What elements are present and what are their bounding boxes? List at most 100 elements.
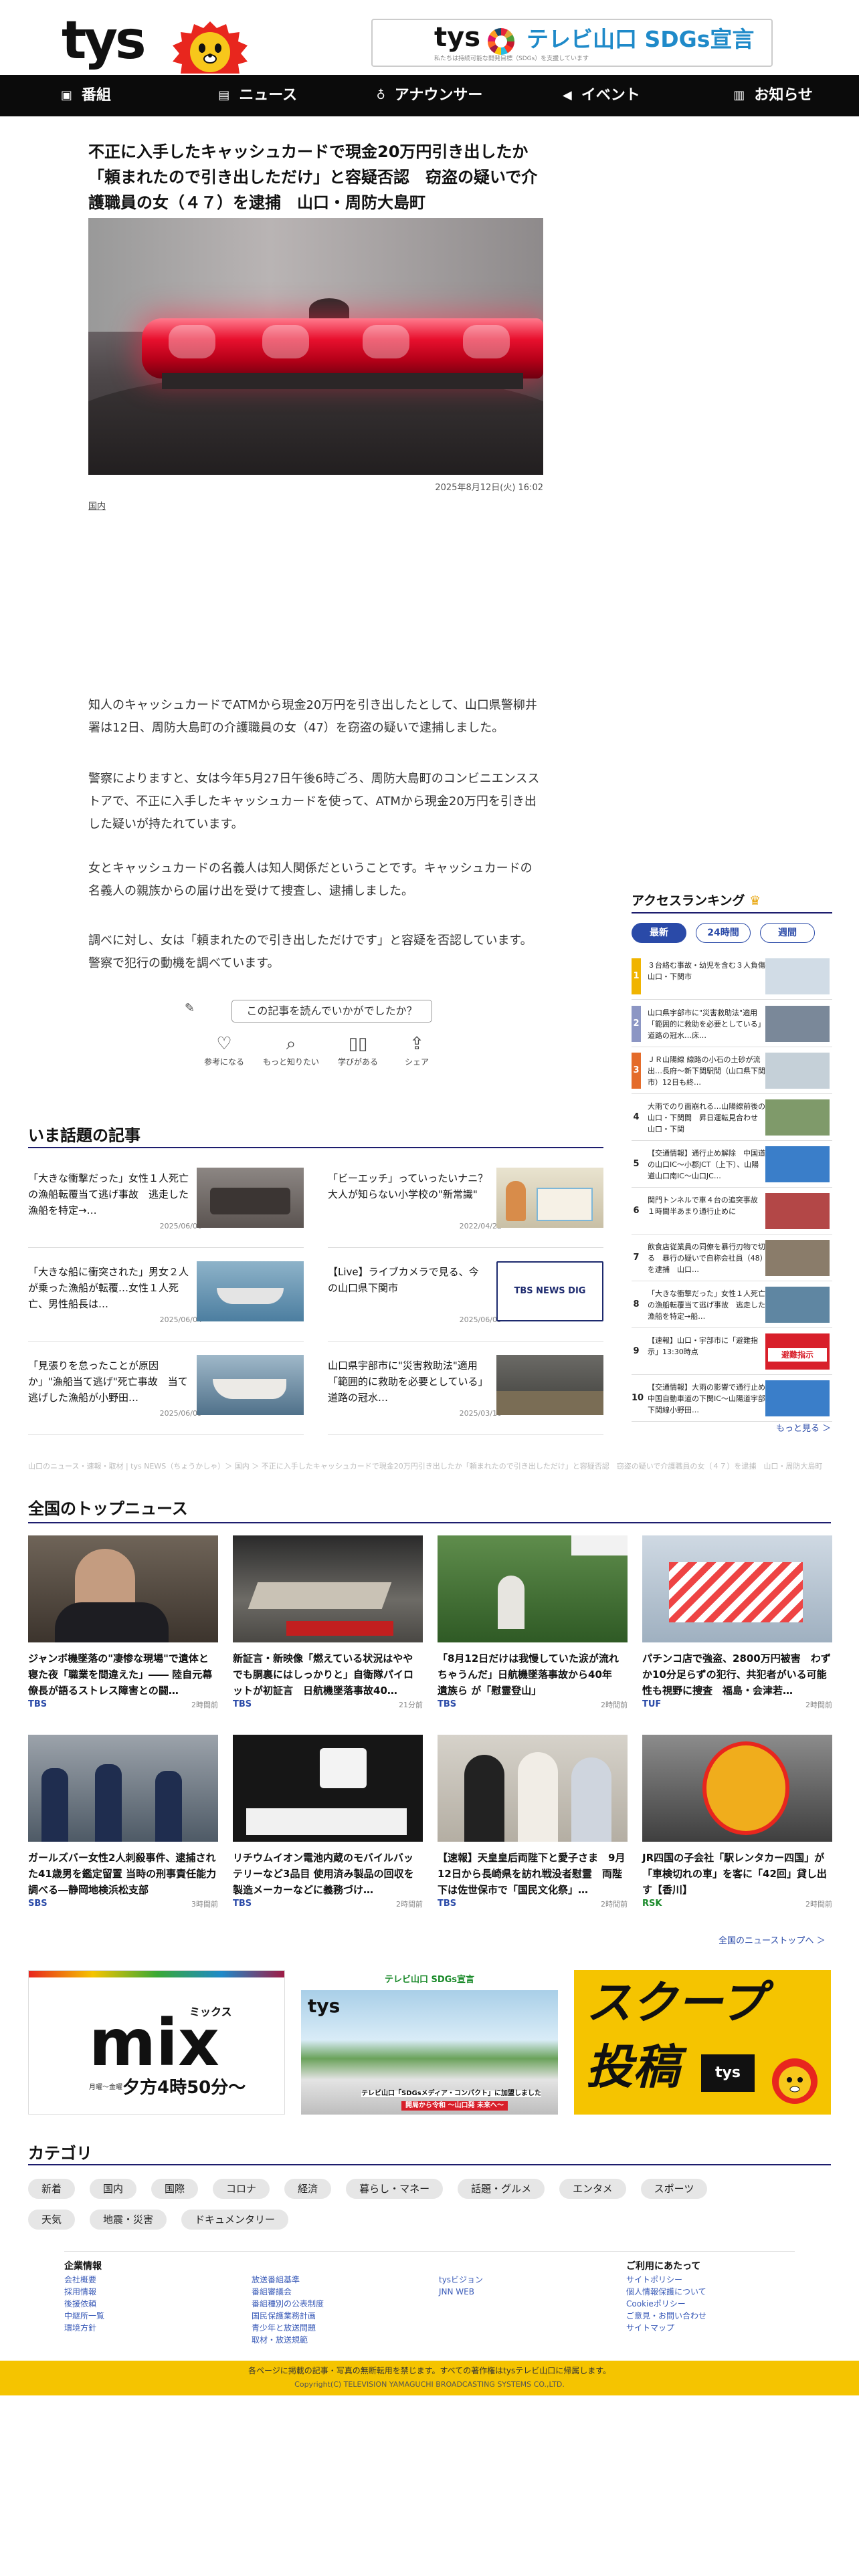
ranking-number: 3 [632,1053,641,1089]
category-chip[interactable]: 地震・災害 [90,2210,167,2230]
nav-label: 番組 [81,87,111,104]
tv-icon: ▣ [60,88,72,102]
category-chip[interactable]: エンタメ [559,2179,626,2199]
hot-section-title: いま話題の記事 [28,1126,140,1145]
ranking-item[interactable]: 6 関門トンネルで車４台の追突事故 １時間半あまり通行止めに [632,1188,832,1235]
national-more-link[interactable]: 全国のニューストップへ ＞ [719,1937,825,1945]
sdgs-promo-banner[interactable]: テレビ山口 SDGs宣言 tys テレビ山口「SDGsメディア・コンパクト」に加… [301,1970,558,2115]
category-chip[interactable]: 経済 [284,2179,332,2199]
footer-link[interactable]: サイトポリシー [626,2274,706,2286]
category-chip[interactable]: 国際 [151,2179,199,2199]
nav-item-events[interactable]: ◀ イベント [515,75,687,116]
ranking-item[interactable]: 1 ３台絡む事故・幼児を含む３人負傷 山口・下関市 [632,953,832,1000]
source-label: TBS [233,1899,252,1909]
footer-link[interactable]: 中継所一覧 [64,2310,104,2322]
footer-link[interactable]: 環境方針 [64,2322,104,2334]
category-chip[interactable]: コロナ [213,2179,270,2199]
ranking-item[interactable]: 7 飲食店従業員の同僚を暴行刃物で切る 暴行の疑いで自称会社員（48）を逮捕 山口… [632,1235,832,1281]
site-logo[interactable]: tys [62,15,147,67]
divider [28,1147,603,1148]
sdgs-title: テレビ山口 SDGs宣言 [527,26,755,52]
category-chip[interactable]: 新着 [28,2179,76,2199]
divider [64,2251,795,2252]
ranking-item[interactable]: 5 【交通情報】通行止め解除 中国道の山口IC～小郡JCT（上下）、山陽道山口南I… [632,1141,832,1188]
breadcrumb[interactable]: 山口のニュース・速報・取材 | tys NEWS（ちょうかしゃ）＞ 国内 ＞ 不… [28,1461,831,1472]
hot-article[interactable]: 「大きな衝撃だった」女性１人死亡の漁船転覆当て逃げ事故 逃走した漁船を特定→… … [28,1161,304,1248]
hot-article[interactable]: 「大きな船に衝突された」男女２人が乗った漁船が転覆…女性１人死亡、男性船長は… … [28,1255,304,1341]
hot-article[interactable]: 山口県宇部市に"災害救助法"適用「範囲的に救助を必要としている」道路の冠水… 2… [328,1348,603,1435]
footer-link[interactable]: 番組種別の公表制度 [252,2298,324,2310]
microphone-icon: ♁ [376,88,385,102]
ranking-number: 8 [632,1287,641,1323]
ranking-item[interactable]: 10 【交通情報】大雨の影響で通行止め 中国自動車道の下関IC～山陽道宇部下関線小… [632,1375,832,1422]
nav-item-programs[interactable]: ▣ 番組 [0,75,172,116]
ranking-item[interactable]: 3 ＪＲ山陽線 線路の小石の土砂が流出…長府～新下関駅間（山口県下関市）12日も終… [632,1047,832,1094]
footer-link[interactable]: 番組審議会 [252,2286,324,2298]
footer-link[interactable]: 国民保護業務計画 [252,2310,324,2322]
nav-item-notices[interactable]: ▥ お知らせ [687,75,859,116]
ranking-number: 10 [632,1380,644,1416]
footer-link[interactable]: 個人情報保護について [626,2286,706,2298]
reaction-more-button[interactable]: ⌕ もっと知りたい [261,1035,321,1066]
magnifier-icon: ⌕ [286,1034,296,1054]
ranking-title-text: 山口県宇部市に"災害救助法"適用「範囲的に救助を必要としている」道路の冠水…床… [648,1008,765,1040]
reaction-learn-button[interactable]: ▯▯ 学びがある [328,1035,388,1066]
ranking-item[interactable]: 4 大雨でのり面崩れる…山陽線前後の山口・下関間 昇日運転見合わせ 山口・下関 [632,1094,832,1141]
footer-col1: 会社概要 採用情報 後援依頼 中継所一覧 環境方針 [64,2274,104,2334]
footer-link[interactable]: tysビジョン [439,2274,483,2286]
category-chip[interactable]: 話題・グルメ [458,2179,545,2199]
ranking-title-text: 【交通情報】通行止め解除 中国道の山口IC～小郡JCT（上下）、山陽道山口南IC… [648,1149,765,1180]
ranking-number: 7 [632,1240,641,1276]
news-card-image [642,1735,832,1842]
hot-article[interactable]: 「ビーエッチ」っていったいナニ？大人が知らない小学校の"新常識" 2022/04… [328,1161,603,1248]
category-chips-row2: 天気 地震・災害 ドキュメンタリー [28,2210,289,2230]
sdgs-banner[interactable]: tys テレビ山口 SDGs宣言 私たちは持続可能な開発目標（SDGs）を支援し… [371,19,773,67]
source-label: SBS [28,1899,47,1909]
tab-24h[interactable]: 24時間 [696,923,751,943]
footer-link[interactable]: 後援依頼 [64,2298,104,2310]
category-title: カテゴリ [28,2144,92,2163]
sdgs-logo: tys [434,22,481,53]
ranking-item[interactable]: 2 山口県宇部市に"災害救助法"適用「範囲的に救助を必要としている」道路の冠水…床… [632,1000,832,1047]
category-chip[interactable]: 国内 [90,2179,137,2199]
category-chip[interactable]: 暮らし・マネー [346,2179,444,2199]
tab-weekly[interactable]: 週間 [760,923,815,943]
footer-link[interactable]: サイトマップ [626,2322,706,2334]
source-label: TUF [642,1699,662,1709]
footer-link[interactable]: Cookieポリシー [626,2298,706,2310]
footer-link[interactable]: ご意見・お問い合わせ [626,2310,706,2322]
footer-link[interactable]: 採用情報 [64,2286,104,2298]
ranking-number: 2 [632,1006,641,1042]
mix-banner[interactable]: mix ミックス 月曜～金曜 夕方4時50分～ [28,1970,285,2115]
nav-item-news[interactable]: ▤ ニュース [172,75,344,116]
hot-article-date: 2025/06/09 [159,1409,202,1418]
national-section-title: 全国のトップニュース [28,1499,188,1518]
lion-mascot-icon [173,21,248,74]
scoop-banner[interactable]: スクープ 投稿 tys [574,1970,831,2115]
ranking-item[interactable]: 9 【速報】山口・宇部市に「避難指示」13:30時点 避難指示 [632,1328,832,1375]
ranking-item[interactable]: 8 「大きな衝撃だった」女性１人死亡の漁船転覆当て逃げ事故 逃走した漁船を特定→船… [632,1281,832,1328]
nav-item-announcers[interactable]: ♁ アナウンサー [344,75,516,116]
share-icon: ⇪ [409,1034,424,1054]
footer-link[interactable]: JNN WEB [439,2286,483,2298]
hot-article[interactable]: 「見張りを怠ったことが原因か」"漁船当て逃げ"死亡事故 当て逃げした漁船が小野田… [28,1348,304,1435]
hot-article[interactable]: 【Live】ライブカメラで見る、今の山口県下関市 2025/06/09 TBS … [328,1255,603,1341]
category-chip[interactable]: スポーツ [640,2179,708,2199]
category-chip[interactable]: 天気 [28,2210,76,2230]
hot-article-image [197,1168,304,1228]
article-category-link[interactable]: 国内 [88,502,106,511]
footer-link[interactable]: 青少年と放送問題 [252,2322,324,2334]
ranking-title-text: ＪＲ山陽線 線路の小石の土砂が流出…長府～新下関駅間（山口県下関市）12日も終… [648,1055,765,1087]
footer-link[interactable]: 放送番組基準 [252,2274,324,2286]
category-chip[interactable]: ドキュメンタリー [181,2210,289,2230]
ranking-number: 1 [632,958,641,994]
tab-latest[interactable]: 最新 [632,923,686,943]
reaction-share-button[interactable]: ⇪ シェア [387,1035,447,1066]
footer-link[interactable]: 会社概要 [64,2274,104,2286]
article-paragraph: 警察によりますと、女は今年5月27日午後6時ごろ、周防大島町のコンビニエンススト… [88,772,540,831]
ranking-number: 6 [632,1193,641,1229]
reaction-helpful-button[interactable]: ♡ 参考になる [194,1035,254,1066]
footer-link[interactable]: 取材・放送規範 [252,2334,324,2346]
ranking-more-link[interactable]: もっと見る ＞ [776,1424,831,1433]
global-nav: ▣ 番組 ▤ ニュース ♁ アナウンサー ◀ イベント ▥ お知らせ [0,75,859,116]
